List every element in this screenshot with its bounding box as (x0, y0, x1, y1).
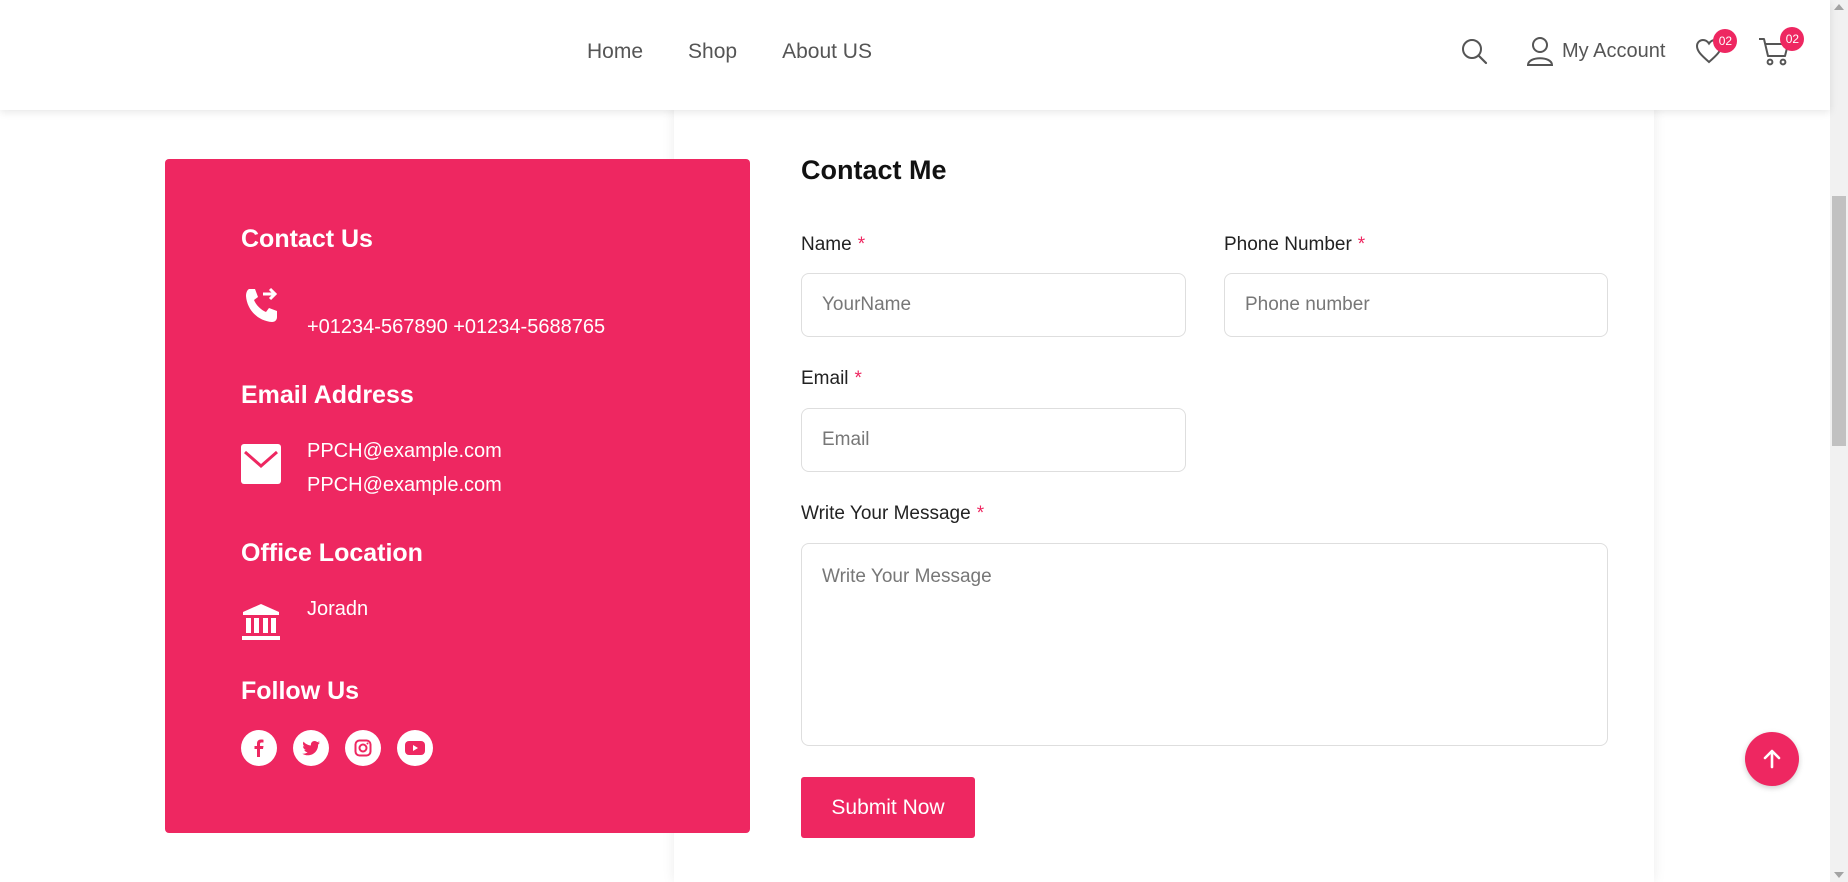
email-input[interactable] (801, 408, 1186, 472)
email-required-mark: * (854, 368, 862, 389)
envelope-icon (241, 444, 281, 484)
name-required-mark: * (857, 234, 866, 255)
phone-required-mark: * (1357, 234, 1366, 255)
instagram-link[interactable] (345, 730, 381, 766)
email-2: PPCH@example.com (307, 474, 502, 496)
email-1: PPCH@example.com (307, 440, 502, 462)
phone-input[interactable] (1224, 273, 1608, 337)
instagram-icon (354, 739, 372, 757)
name-label: Name * (801, 234, 865, 256)
contact-card (674, 100, 1654, 882)
phone-numbers: +01234-567890 +01234-5688765 (307, 316, 606, 338)
phone-label: Phone Number * (1224, 234, 1365, 256)
scroll-down-arrow-icon[interactable] (1834, 872, 1844, 878)
phone-label-text: Phone Number (1224, 234, 1352, 255)
twitter-icon (302, 741, 320, 756)
main-nav: Home Shop About US (587, 40, 872, 64)
name-label-text: Name (801, 234, 852, 255)
contact-us-title: Contact Us (241, 225, 373, 253)
social-links (241, 730, 433, 766)
nav-shop[interactable]: Shop (688, 40, 737, 64)
message-textarea[interactable] (801, 543, 1608, 746)
my-account-label: My Account (1562, 39, 1666, 62)
search-button[interactable] (1460, 37, 1488, 65)
name-input[interactable] (801, 273, 1186, 337)
email-label-text: Email (801, 368, 849, 389)
youtube-icon (405, 741, 425, 755)
my-account-link[interactable]: My Account (1526, 36, 1665, 66)
phone-forward-icon (246, 287, 278, 322)
search-icon (1462, 39, 1488, 65)
twitter-link[interactable] (293, 730, 329, 766)
nav-home[interactable]: Home (587, 40, 643, 64)
message-required-mark: * (976, 503, 985, 524)
facebook-icon (254, 739, 264, 757)
scrollbar-thumb[interactable] (1832, 196, 1846, 446)
back-to-top-button[interactable] (1745, 732, 1799, 786)
message-label: Write Your Message * (801, 503, 984, 525)
submit-button[interactable]: Submit Now (801, 777, 975, 838)
page-scrollbar[interactable] (1830, 0, 1848, 882)
nav-about[interactable]: About US (782, 40, 872, 64)
email-address-title: Email Address (241, 381, 414, 409)
header-actions: My Account 02 02 (1460, 27, 1805, 66)
office-location-title: Office Location (241, 539, 423, 567)
arrow-up-icon (1763, 749, 1781, 769)
youtube-link[interactable] (397, 730, 433, 766)
message-label-text: Write Your Message (801, 503, 971, 524)
wishlist-button[interactable]: 02 (1695, 29, 1738, 64)
cart-count-badge: 02 (1780, 27, 1805, 51)
bank-icon (242, 604, 280, 640)
wishlist-count-badge: 02 (1713, 29, 1738, 53)
facebook-link[interactable] (241, 730, 277, 766)
form-title: Contact Me (801, 155, 947, 185)
follow-us-title: Follow Us (241, 677, 360, 705)
user-icon (1526, 37, 1554, 66)
office-location: Joradn (307, 598, 369, 620)
scroll-up-arrow-icon[interactable] (1834, 4, 1844, 10)
cart-button[interactable]: 02 (1758, 27, 1805, 66)
email-label: Email * (801, 368, 862, 390)
site-header: Home Shop About US My Account 02 02 (0, 0, 1830, 110)
